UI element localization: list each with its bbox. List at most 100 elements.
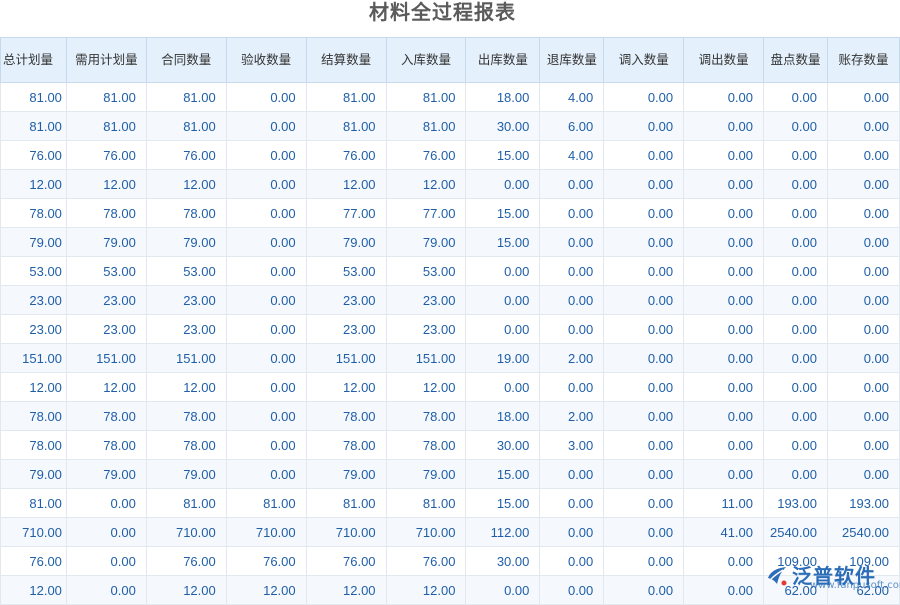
- table-cell[interactable]: 79.00: [305, 227, 387, 257]
- table-cell[interactable]: 41.00: [683, 517, 765, 547]
- table-cell[interactable]: 30.00: [465, 546, 541, 576]
- table-cell[interactable]: 710.00: [305, 517, 387, 547]
- table-cell[interactable]: 78.00: [145, 430, 227, 460]
- table-cell[interactable]: 76.00: [0, 140, 67, 170]
- table-cell[interactable]: 0.00: [683, 111, 765, 141]
- table-cell[interactable]: 0.00: [683, 169, 765, 199]
- table-cell[interactable]: 79.00: [65, 459, 147, 489]
- table-cell[interactable]: 76.00: [65, 140, 147, 170]
- table-cell[interactable]: 0.00: [763, 256, 828, 286]
- table-cell[interactable]: 23.00: [385, 314, 467, 344]
- table-cell[interactable]: 0.00: [465, 256, 541, 286]
- table-cell[interactable]: 710.00: [385, 517, 467, 547]
- table-cell[interactable]: 193.00: [763, 488, 828, 518]
- table-row[interactable]: 81.00 81.00 81.00 0.00 81.00 81.00 30.00 6.00 0.…: [0, 111, 900, 141]
- table-cell[interactable]: 23.00: [305, 314, 387, 344]
- table-cell[interactable]: 12.00: [225, 575, 307, 605]
- table-cell[interactable]: 23.00: [65, 285, 147, 315]
- table-cell[interactable]: 0.00: [603, 343, 685, 373]
- table-cell[interactable]: 0.00: [763, 140, 828, 170]
- table-cell[interactable]: 0.00: [826, 82, 900, 112]
- table-cell[interactable]: 53.00: [145, 256, 227, 286]
- table-cell[interactable]: 0.00: [683, 227, 765, 257]
- column-header-settlement-qty[interactable]: 结算数量: [305, 37, 387, 83]
- table-cell[interactable]: 0.00: [826, 343, 900, 373]
- table-cell[interactable]: 0.00: [763, 285, 828, 315]
- table-cell[interactable]: 79.00: [305, 459, 387, 489]
- table-cell[interactable]: 0.00: [763, 430, 828, 460]
- table-cell[interactable]: 710.00: [145, 517, 227, 547]
- column-header-stocktake-qty[interactable]: 盘点数量: [763, 37, 828, 83]
- table-cell[interactable]: 0.00: [65, 546, 147, 576]
- table-cell[interactable]: 0.00: [465, 314, 541, 344]
- column-header-transfer-in-qty[interactable]: 调入数量: [603, 37, 685, 83]
- table-cell[interactable]: 0.00: [603, 546, 685, 576]
- table-cell[interactable]: 81.00: [65, 111, 147, 141]
- table-cell[interactable]: 78.00: [65, 430, 147, 460]
- table-cell[interactable]: 12.00: [305, 169, 387, 199]
- table-cell[interactable]: 81.00: [305, 111, 387, 141]
- table-row[interactable]: 23.00 23.00 23.00 0.00 23.00 23.00 0.00 0.00 0.0…: [0, 314, 900, 344]
- table-row[interactable]: 79.00 79.00 79.00 0.00 79.00 79.00 15.00 0.00 0.…: [0, 459, 900, 489]
- table-cell[interactable]: 78.00: [385, 401, 467, 431]
- table-cell[interactable]: 15.00: [465, 198, 541, 228]
- table-cell[interactable]: 2540.00: [763, 517, 828, 547]
- table-cell[interactable]: 0.00: [603, 227, 685, 257]
- table-cell[interactable]: 79.00: [0, 227, 67, 257]
- table-cell[interactable]: 0.00: [763, 169, 828, 199]
- table-cell[interactable]: 23.00: [0, 285, 67, 315]
- table-cell[interactable]: 0.00: [683, 343, 765, 373]
- table-cell[interactable]: 0.00: [826, 372, 900, 402]
- table-cell[interactable]: 0.00: [539, 227, 605, 257]
- table-cell[interactable]: 15.00: [465, 140, 541, 170]
- table-cell[interactable]: 53.00: [65, 256, 147, 286]
- table-cell[interactable]: 0.00: [826, 430, 900, 460]
- table-cell[interactable]: 0.00: [763, 227, 828, 257]
- table-cell[interactable]: 12.00: [385, 169, 467, 199]
- table-cell[interactable]: 0.00: [65, 517, 147, 547]
- table-cell[interactable]: 2540.00: [826, 517, 900, 547]
- table-cell[interactable]: 76.00: [145, 546, 227, 576]
- table-cell[interactable]: 0.00: [225, 227, 307, 257]
- table-cell[interactable]: 12.00: [305, 372, 387, 402]
- table-cell[interactable]: 76.00: [305, 546, 387, 576]
- table-cell[interactable]: 0.00: [826, 198, 900, 228]
- table-cell[interactable]: 0.00: [65, 488, 147, 518]
- table-cell[interactable]: 0.00: [225, 372, 307, 402]
- table-cell[interactable]: 81.00: [385, 488, 467, 518]
- table-cell[interactable]: 79.00: [385, 227, 467, 257]
- table-cell[interactable]: 0.00: [826, 459, 900, 489]
- table-cell[interactable]: 0.00: [826, 256, 900, 286]
- table-cell[interactable]: 79.00: [385, 459, 467, 489]
- table-cell[interactable]: 0.00: [603, 488, 685, 518]
- table-cell[interactable]: 0.00: [683, 546, 765, 576]
- table-cell[interactable]: 0.00: [826, 401, 900, 431]
- table-cell[interactable]: 0.00: [539, 198, 605, 228]
- table-cell[interactable]: 12.00: [65, 372, 147, 402]
- table-cell[interactable]: 0.00: [826, 111, 900, 141]
- table-row[interactable]: 78.00 78.00 78.00 0.00 78.00 78.00 18.00 2.00 0.…: [0, 401, 900, 431]
- table-cell[interactable]: 77.00: [305, 198, 387, 228]
- table-cell[interactable]: 3.00: [539, 430, 605, 460]
- table-cell[interactable]: 12.00: [385, 372, 467, 402]
- table-cell[interactable]: 0.00: [826, 169, 900, 199]
- table-cell[interactable]: 53.00: [305, 256, 387, 286]
- table-cell[interactable]: 76.00: [385, 140, 467, 170]
- table-cell[interactable]: 78.00: [385, 430, 467, 460]
- table-cell[interactable]: 81.00: [145, 488, 227, 518]
- table-cell[interactable]: 0.00: [683, 140, 765, 170]
- table-cell[interactable]: 53.00: [0, 256, 67, 286]
- table-cell[interactable]: 0.00: [225, 140, 307, 170]
- table-cell[interactable]: 23.00: [65, 314, 147, 344]
- table-cell[interactable]: 81.00: [0, 82, 67, 112]
- table-cell[interactable]: 23.00: [145, 314, 227, 344]
- table-cell[interactable]: 0.00: [603, 256, 685, 286]
- table-cell[interactable]: 0.00: [603, 430, 685, 460]
- table-cell[interactable]: 0.00: [225, 314, 307, 344]
- table-cell[interactable]: 151.00: [305, 343, 387, 373]
- table-cell[interactable]: 0.00: [763, 343, 828, 373]
- table-cell[interactable]: 0.00: [603, 517, 685, 547]
- table-cell[interactable]: 193.00: [826, 488, 900, 518]
- table-cell[interactable]: 76.00: [145, 140, 227, 170]
- table-cell[interactable]: 0.00: [225, 401, 307, 431]
